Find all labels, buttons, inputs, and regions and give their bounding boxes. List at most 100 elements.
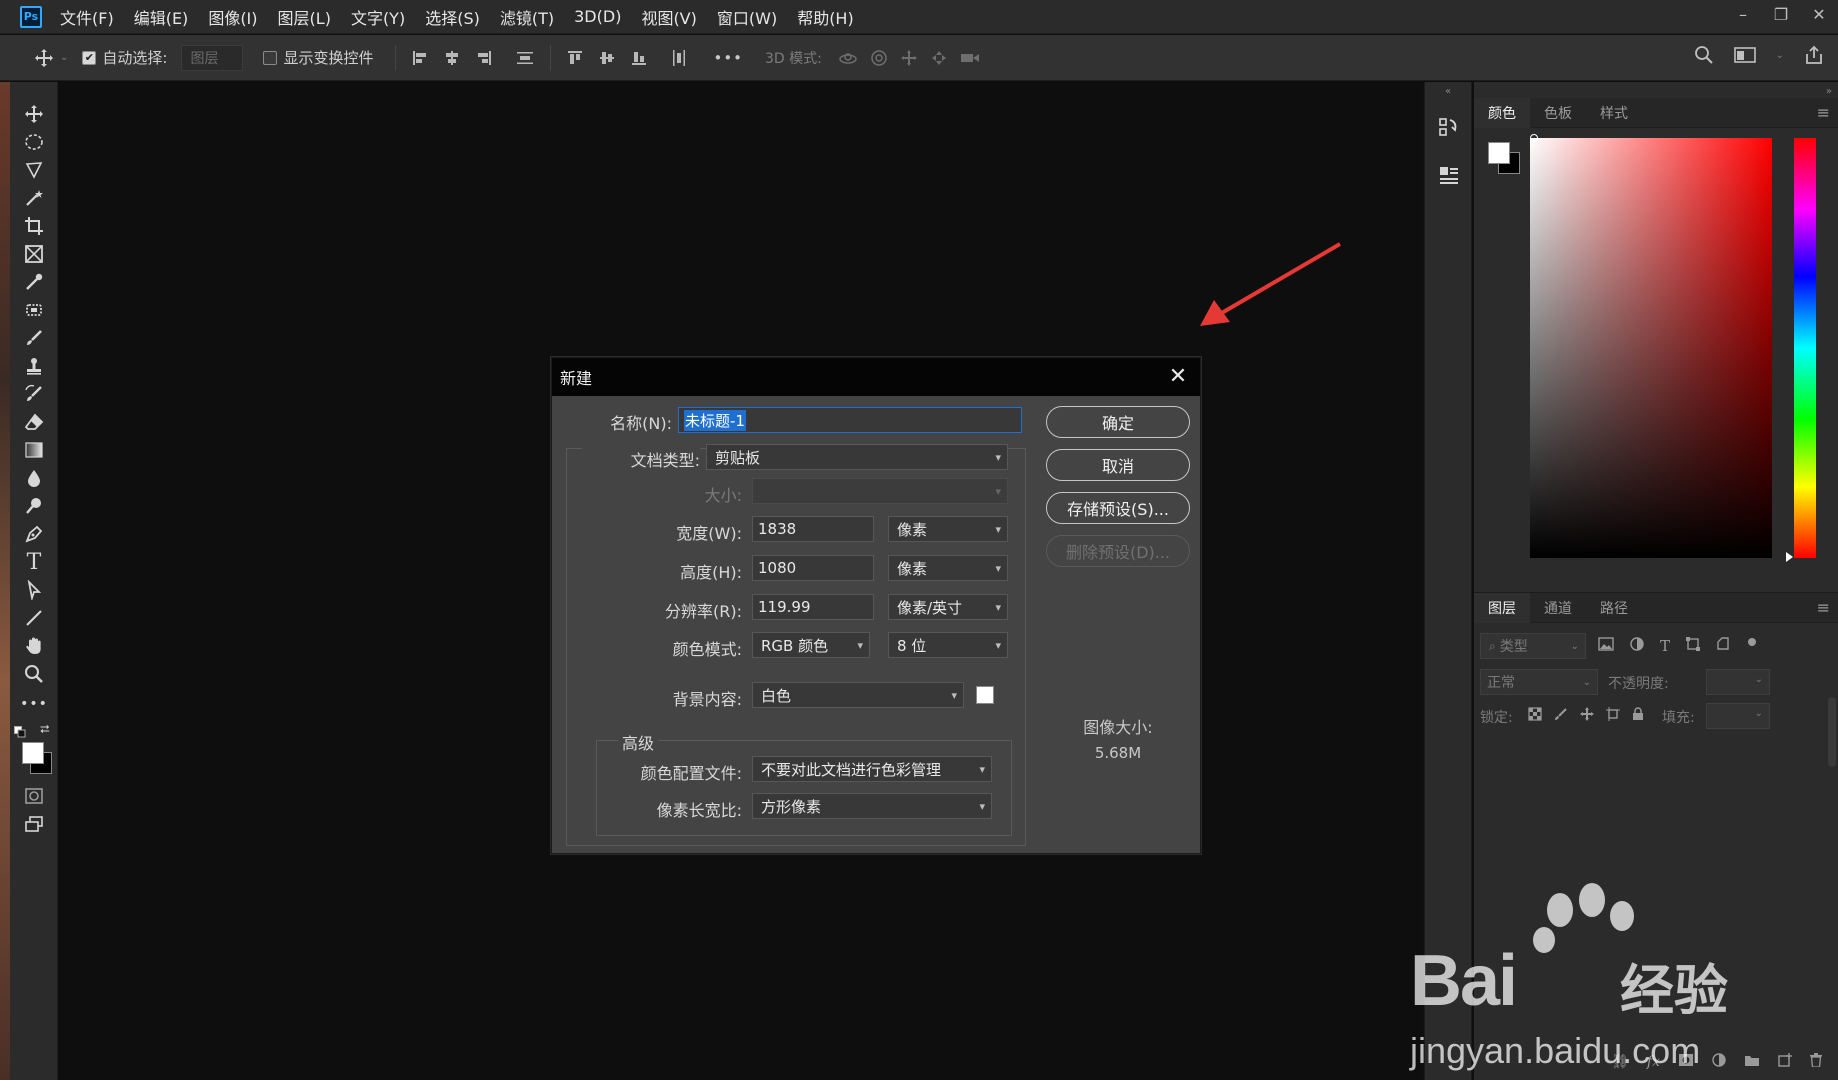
- frame-tool-icon[interactable]: [18, 240, 50, 268]
- clone-stamp-tool-icon[interactable]: [18, 352, 50, 380]
- width-input[interactable]: 1838: [752, 516, 874, 542]
- menu-view[interactable]: 视图(V): [641, 5, 696, 29]
- auto-select-checkbox[interactable]: ✔: [82, 50, 97, 65]
- menu-window[interactable]: 窗口(W): [717, 5, 777, 29]
- new-layer-icon[interactable]: [1778, 1053, 1792, 1071]
- menu-filter[interactable]: 滤镜(T): [500, 5, 554, 29]
- layers-scrollbar[interactable]: [1828, 697, 1836, 767]
- zoom-tool-icon[interactable]: [18, 660, 50, 688]
- history-brush-tool-icon[interactable]: [18, 380, 50, 408]
- collapse-icon[interactable]: «: [1445, 86, 1451, 97]
- 3d-camera-icon[interactable]: [960, 49, 980, 67]
- width-unit-dropdown[interactable]: 像素 ▾: [888, 516, 1008, 542]
- lock-all-icon[interactable]: [1632, 707, 1644, 725]
- name-field[interactable]: 未标题-1: [678, 407, 1022, 433]
- resolution-unit-dropdown[interactable]: 像素/英寸 ▾: [888, 594, 1008, 620]
- marquee-tool-icon[interactable]: [18, 128, 50, 156]
- align-bottom-icon[interactable]: [631, 49, 647, 67]
- more-options-icon[interactable]: •••: [713, 49, 743, 67]
- crop-tool-icon[interactable]: [18, 212, 50, 240]
- move-tool-icon[interactable]: [34, 48, 54, 68]
- path-selection-tool-icon[interactable]: [18, 576, 50, 604]
- layers-panel-menu-icon[interactable]: ≡: [1817, 598, 1830, 617]
- pen-tool-icon[interactable]: [18, 520, 50, 548]
- workspace-chevron-icon[interactable]: ⌄: [1776, 50, 1784, 61]
- menu-select[interactable]: 选择(S): [425, 5, 480, 29]
- color-panel-menu-icon[interactable]: ≡: [1817, 103, 1830, 122]
- tab-color[interactable]: 颜色: [1474, 97, 1530, 128]
- share-icon[interactable]: [1804, 45, 1824, 65]
- show-transform-checkbox[interactable]: [263, 50, 278, 65]
- align-hcenter-icon[interactable]: [444, 50, 460, 66]
- save-preset-button[interactable]: 存储预设(S)...: [1046, 492, 1190, 524]
- edit-toolbar-icon[interactable]: •••: [18, 690, 50, 718]
- menu-help[interactable]: 帮助(H): [797, 5, 854, 29]
- tab-channels[interactable]: 通道: [1530, 593, 1586, 623]
- filter-pixel-icon[interactable]: [1598, 637, 1614, 655]
- filter-toggle-icon[interactable]: [1746, 637, 1758, 655]
- move-tool-icon[interactable]: [18, 100, 50, 128]
- screen-mode-icon[interactable]: [18, 810, 50, 838]
- lock-transparency-icon[interactable]: [1528, 707, 1542, 725]
- tab-paths[interactable]: 路径: [1586, 593, 1642, 623]
- magic-wand-tool-icon[interactable]: [18, 184, 50, 212]
- close-icon[interactable]: ✕: [1166, 364, 1190, 389]
- healing-brush-tool-icon[interactable]: [18, 296, 50, 324]
- cancel-button[interactable]: 取消: [1046, 449, 1190, 481]
- swap-colors-icon[interactable]: ⮂: [40, 722, 50, 737]
- 3d-orbit-icon[interactable]: [838, 49, 858, 67]
- fill-input[interactable]: ⌄: [1706, 703, 1770, 729]
- minimize-button[interactable]: –: [1724, 0, 1762, 28]
- filter-smart-object-icon[interactable]: [1716, 637, 1730, 655]
- close-window-button[interactable]: ✕: [1800, 0, 1838, 28]
- eyedropper-tool-icon[interactable]: [18, 268, 50, 296]
- default-colors-icon[interactable]: [14, 724, 26, 738]
- menu-type[interactable]: 文字(Y): [351, 5, 405, 29]
- lock-pixels-icon[interactable]: [1554, 707, 1568, 725]
- menu-image[interactable]: 图像(I): [208, 5, 257, 29]
- filter-type-icon[interactable]: T: [1660, 637, 1670, 655]
- dodge-tool-icon[interactable]: [18, 492, 50, 520]
- background-color-swatch[interactable]: [976, 686, 994, 704]
- quick-mask-icon[interactable]: [18, 782, 50, 810]
- type-tool-icon[interactable]: T: [18, 548, 50, 576]
- adjustment-layer-icon[interactable]: [1712, 1053, 1726, 1071]
- height-unit-dropdown[interactable]: 像素 ▾: [888, 555, 1008, 581]
- ok-button[interactable]: 确定: [1046, 406, 1190, 438]
- 3d-pan-icon[interactable]: [900, 49, 918, 67]
- menu-layer[interactable]: 图层(L): [278, 5, 331, 29]
- delete-layer-icon[interactable]: [1810, 1053, 1822, 1071]
- 3d-roll-icon[interactable]: [870, 49, 888, 67]
- filter-shape-icon[interactable]: [1686, 637, 1701, 655]
- align-top-icon[interactable]: [567, 49, 583, 67]
- tool-preset-chevron-icon[interactable]: ⌄: [60, 52, 68, 63]
- gradient-tool-icon[interactable]: [18, 436, 50, 464]
- line-tool-icon[interactable]: [18, 604, 50, 632]
- menu-3d[interactable]: 3D(D): [574, 7, 621, 26]
- dialog-titlebar[interactable]: 新建 ✕: [552, 358, 1200, 396]
- tab-layers[interactable]: 图层: [1474, 592, 1530, 623]
- search-icon[interactable]: [1694, 45, 1714, 65]
- new-group-icon[interactable]: [1744, 1054, 1760, 1071]
- color-picker-marker[interactable]: [1530, 134, 1538, 142]
- auto-select-target-dropdown[interactable]: 图层: [181, 44, 244, 71]
- align-vcenter-icon[interactable]: [599, 49, 615, 67]
- restore-button[interactable]: ❐: [1762, 0, 1800, 28]
- bit-depth-dropdown[interactable]: 8 位 ▾: [888, 632, 1008, 658]
- background-contents-dropdown[interactable]: 白色 ▾: [752, 682, 964, 708]
- lock-position-icon[interactable]: [1580, 707, 1594, 725]
- blur-tool-icon[interactable]: [18, 464, 50, 492]
- resolution-input[interactable]: 119.99: [752, 594, 874, 620]
- history-panel-icon[interactable]: [1437, 116, 1461, 144]
- color-profile-dropdown[interactable]: 不要对此文档进行色彩管理 ▾: [752, 756, 992, 782]
- distribute-vertical-icon[interactable]: [516, 50, 534, 66]
- lasso-tool-icon[interactable]: [18, 156, 50, 184]
- pixel-aspect-dropdown[interactable]: 方形像素 ▾: [752, 793, 992, 819]
- align-right-icon[interactable]: [476, 50, 492, 66]
- workspace-icon[interactable]: [1733, 46, 1756, 64]
- lock-artboard-icon[interactable]: [1606, 707, 1620, 725]
- menu-edit[interactable]: 编辑(E): [134, 5, 189, 29]
- doc-type-dropdown[interactable]: 剪贴板 ▾: [706, 444, 1008, 470]
- foreground-color-swatch[interactable]: [22, 742, 44, 764]
- filter-adjustment-icon[interactable]: [1630, 637, 1644, 655]
